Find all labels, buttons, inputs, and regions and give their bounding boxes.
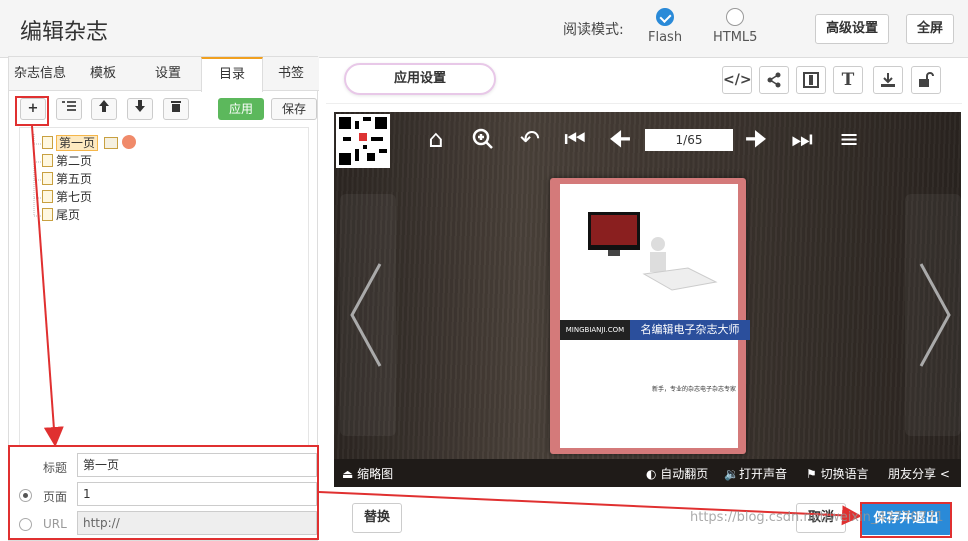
annotation-arrows [31, 125, 862, 526]
watermark: https://blog.csdn.net/weixin_43770771 [690, 510, 944, 525]
